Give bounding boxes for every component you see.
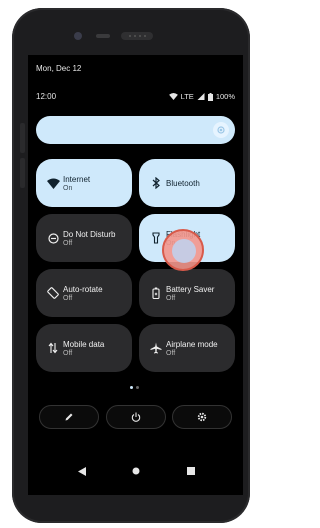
tile-subtitle: Off bbox=[63, 295, 73, 302]
wifi-icon bbox=[46, 176, 60, 190]
bluetooth-icon bbox=[149, 176, 163, 190]
edit-icon bbox=[65, 413, 73, 421]
back-icon bbox=[78, 466, 86, 476]
power-button[interactable] bbox=[106, 405, 166, 429]
settings-button[interactable] bbox=[172, 405, 232, 429]
brightness-icon[interactable] bbox=[213, 122, 229, 138]
recents-button[interactable] bbox=[181, 461, 201, 481]
quick-settings-screen: Mon, Dec 12 12:00 LTE 100% Internet On B… bbox=[28, 55, 243, 495]
tile-do-not-disturb[interactable]: Do Not Disturb Off bbox=[36, 214, 132, 262]
tile-title: Internet bbox=[63, 175, 91, 184]
brightness-slider[interactable] bbox=[36, 116, 235, 144]
recents-icon bbox=[187, 467, 195, 475]
tile-title: Airplane mode bbox=[166, 340, 218, 349]
battery-percent: 100% bbox=[215, 92, 235, 101]
edit-button[interactable] bbox=[39, 405, 99, 429]
flashlight-icon bbox=[149, 231, 163, 245]
tile-title: Bluetooth bbox=[166, 179, 200, 188]
volume-up-button bbox=[20, 123, 25, 153]
clock: 12:00 bbox=[36, 92, 57, 101]
page-indicator bbox=[130, 386, 139, 389]
touch-indicator bbox=[162, 229, 204, 271]
signal-icon bbox=[197, 93, 205, 100]
settings-icon bbox=[197, 412, 207, 422]
tile-subtitle: Off bbox=[166, 350, 176, 357]
tile-airplane-mode[interactable]: Airplane mode Off bbox=[139, 324, 235, 372]
tile-battery-saver[interactable]: Battery Saver Off bbox=[139, 269, 235, 317]
front-camera bbox=[74, 32, 82, 40]
tile-title: Mobile data bbox=[63, 340, 105, 349]
tile-title: Battery Saver bbox=[166, 285, 215, 294]
status-bar-icons: LTE 100% bbox=[168, 92, 235, 101]
network-label: LTE bbox=[180, 92, 194, 101]
page-dot bbox=[136, 386, 139, 389]
battery-icon bbox=[207, 92, 213, 101]
home-button[interactable] bbox=[126, 461, 146, 481]
wifi-status-icon bbox=[168, 93, 178, 100]
tile-title: Do Not Disturb bbox=[63, 230, 116, 239]
date-label: Mon, Dec 12 bbox=[36, 64, 82, 73]
tile-bluetooth[interactable]: Bluetooth bbox=[139, 159, 235, 207]
proximity-sensor bbox=[121, 32, 153, 40]
do-not-disturb-icon bbox=[46, 231, 60, 245]
tile-subtitle: Off bbox=[63, 240, 73, 247]
earpiece bbox=[96, 34, 110, 38]
touch-indicator-center bbox=[172, 239, 196, 263]
tile-internet[interactable]: Internet On bbox=[36, 159, 132, 207]
volume-down-button bbox=[20, 158, 25, 188]
tile-subtitle: Off bbox=[166, 295, 176, 302]
tile-subtitle: Off bbox=[63, 350, 73, 357]
power-icon bbox=[131, 412, 141, 422]
airplane-icon bbox=[149, 341, 163, 355]
tile-mobile-data[interactable]: Mobile data Off bbox=[36, 324, 132, 372]
mobile-data-icon bbox=[46, 341, 60, 355]
battery-saver-icon bbox=[149, 286, 163, 300]
back-button[interactable] bbox=[72, 461, 92, 481]
tile-auto-rotate[interactable]: Auto-rotate Off bbox=[36, 269, 132, 317]
page-dot-active bbox=[130, 386, 133, 389]
tile-title: Auto-rotate bbox=[63, 285, 103, 294]
home-icon bbox=[132, 467, 140, 475]
tile-subtitle: On bbox=[63, 185, 73, 192]
auto-rotate-icon bbox=[46, 286, 60, 300]
